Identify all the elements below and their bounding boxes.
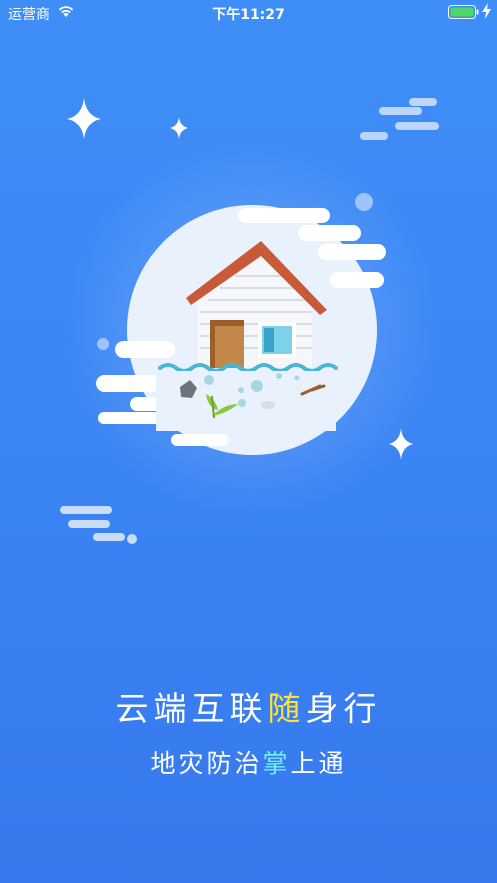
cloud-icon bbox=[60, 506, 125, 541]
slogan-main-part2: 身行 bbox=[305, 689, 382, 728]
slogan-sub-highlight: 掌 bbox=[262, 749, 291, 778]
slogan-sub-part1: 地灾防治 bbox=[150, 749, 263, 778]
slogan-sub-part2: 上通 bbox=[290, 749, 347, 778]
slogan-main-part1: 云端互联 bbox=[115, 689, 268, 728]
slogan-main-highlight: 随 bbox=[267, 689, 306, 728]
slogan-sub: 地灾防治掌上通 bbox=[0, 744, 497, 780]
slogan-main: 云端互联随身行 bbox=[0, 682, 497, 730]
cloud-icon bbox=[360, 98, 439, 140]
splash-screen: 运营商 下午11:27 云端互联随身行 地灾防治掌上通 bbox=[0, 0, 497, 883]
